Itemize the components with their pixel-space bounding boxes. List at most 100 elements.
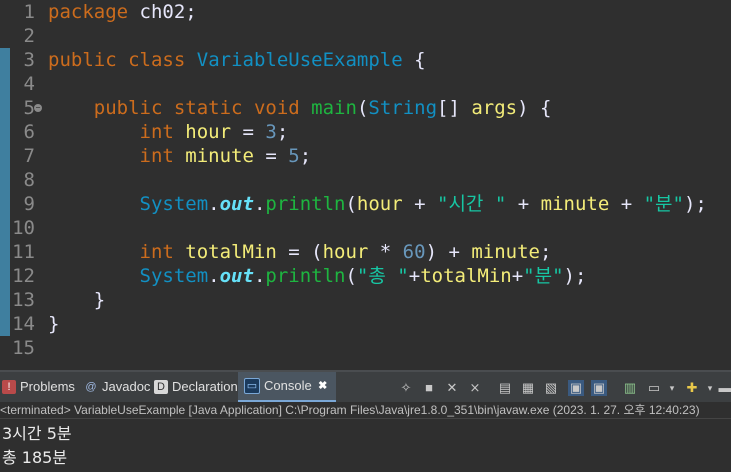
- code-token: public: [48, 49, 117, 71]
- code-token: 60: [402, 241, 426, 263]
- code-token: +: [609, 193, 644, 215]
- minimize-icon[interactable]: ▬: [717, 380, 731, 396]
- code-token: totalMin: [420, 265, 512, 287]
- code-token: System: [139, 265, 209, 287]
- line-number: 11: [12, 241, 35, 263]
- code-line[interactable]: 7 int minute = 5;: [0, 144, 731, 168]
- chevron-down-icon[interactable]: ▾: [702, 380, 718, 396]
- code-token: +: [506, 193, 541, 215]
- code-token: +: [408, 265, 421, 287]
- code-line[interactable]: 15: [0, 336, 731, 360]
- code-token: ;: [539, 241, 552, 263]
- code-text: public class VariableUseExample {: [48, 48, 426, 72]
- code-text: public static void main(String[] args) {: [48, 96, 552, 120]
- code-token: }: [48, 313, 60, 335]
- line-number: 13: [12, 289, 35, 311]
- display-console-icon[interactable]: ▭: [646, 380, 662, 396]
- code-line[interactable]: 13 }: [0, 288, 731, 312]
- code-line[interactable]: 11 int totalMin = (hour * 60) + minute;: [0, 240, 731, 264]
- code-token: (: [345, 265, 357, 287]
- code-token: int: [139, 241, 174, 263]
- new-console-icon[interactable]: ✚: [684, 380, 700, 396]
- pin-console-icon[interactable]: ▥: [622, 380, 638, 396]
- code-token: );: [683, 193, 707, 215]
- code-token: ;: [276, 121, 289, 143]
- code-text: System.out.println("총 "+totalMin+"분");: [48, 264, 587, 288]
- line-number: 9: [23, 193, 35, 215]
- code-line[interactable]: 10: [0, 216, 731, 240]
- code-token: args: [471, 97, 518, 119]
- code-line[interactable]: 1 package ch02;: [0, 0, 731, 24]
- code-token: minute: [471, 241, 540, 263]
- line-number: 7: [23, 145, 35, 167]
- code-token: +: [402, 193, 438, 215]
- line-number: 1: [23, 1, 35, 23]
- code-token: = (: [276, 241, 323, 263]
- code-token: .: [208, 265, 220, 287]
- code-token: "총 ": [356, 265, 409, 287]
- line-number: 6: [23, 121, 35, 143]
- code-line[interactable]: 3 public class VariableUseExample {: [0, 48, 731, 72]
- code-line[interactable]: 6 int hour = 3;: [0, 120, 731, 144]
- tab-declaration[interactable]: D Declaration: [154, 372, 238, 402]
- pin-icon[interactable]: ✧: [398, 380, 414, 396]
- code-text: }: [48, 288, 105, 312]
- console-output-line: 3시간 5분: [2, 424, 72, 443]
- tab-javadoc-label: Javadoc: [102, 379, 151, 394]
- tab-problems[interactable]: ! Problems: [2, 372, 75, 402]
- code-token: static: [173, 97, 243, 119]
- code-editor[interactable]: 1 package ch02; 2 3 public class VariableUse…: [0, 0, 731, 362]
- code-token: *: [368, 241, 403, 263]
- code-line[interactable]: 4: [0, 72, 731, 96]
- code-token: .: [208, 193, 220, 215]
- code-token: println: [265, 193, 346, 215]
- code-token: (: [356, 97, 369, 119]
- javadoc-icon: @: [85, 381, 97, 393]
- terminate-icon[interactable]: ■: [421, 380, 437, 396]
- console-status: <terminated> VariableUseExample [Java Ap…: [0, 402, 731, 419]
- remove-all-launches-icon[interactable]: ⨯: [467, 380, 483, 396]
- show-on-stderr-icon[interactable]: ▣: [591, 380, 607, 396]
- console-output-line: 총 185분: [2, 448, 68, 467]
- code-line[interactable]: 5− public static void main(String[] args…: [0, 96, 731, 120]
- line-number: 4: [23, 73, 35, 95]
- code-token: void: [253, 97, 300, 119]
- code-line[interactable]: 9 System.out.println(hour + "시간 " + minu…: [0, 192, 731, 216]
- console-view[interactable]: <terminated> VariableUseExample [Java Ap…: [0, 402, 731, 472]
- tab-javadoc[interactable]: @ Javadoc: [84, 372, 150, 402]
- code-text: System.out.println(hour + "시간 " + minute…: [48, 192, 707, 216]
- line-number: 2: [23, 25, 35, 47]
- remove-launch-icon[interactable]: ✕: [444, 380, 460, 396]
- line-number: 5: [23, 97, 35, 119]
- code-token: VariableUseExample: [196, 49, 403, 71]
- close-icon[interactable]: ✖: [316, 379, 330, 393]
- scroll-lock-icon[interactable]: ▦: [520, 380, 536, 396]
- show-on-stdout-icon[interactable]: ▣: [568, 380, 584, 396]
- chevron-down-icon[interactable]: ▾: [664, 380, 680, 396]
- code-token: =: [253, 145, 289, 167]
- code-text: int hour = 3;: [48, 120, 289, 144]
- code-token: +: [511, 265, 524, 287]
- code-token: class: [128, 49, 186, 71]
- code-line[interactable]: 14}: [0, 312, 731, 336]
- code-line[interactable]: 2: [0, 24, 731, 48]
- clear-console-icon[interactable]: ▤: [497, 380, 513, 396]
- tab-console[interactable]: ▭ Console ✖: [238, 372, 336, 402]
- code-token: minute: [540, 193, 610, 215]
- code-token: totalMin: [185, 241, 277, 263]
- code-token: hour: [185, 121, 232, 143]
- view-tab-bar: ! Problems @ Javadoc D Declaration ▭ Con…: [0, 370, 731, 402]
- code-token: ) +: [425, 241, 472, 263]
- code-token: int: [139, 121, 174, 143]
- word-wrap-icon[interactable]: ▧: [543, 380, 559, 396]
- fold-toggle-icon[interactable]: −: [34, 104, 42, 112]
- code-line[interactable]: 8: [0, 168, 731, 192]
- code-line[interactable]: 12 System.out.println("총 "+totalMin+"분")…: [0, 264, 731, 288]
- code-token: 5: [288, 145, 300, 167]
- code-token: ch02;: [128, 1, 197, 23]
